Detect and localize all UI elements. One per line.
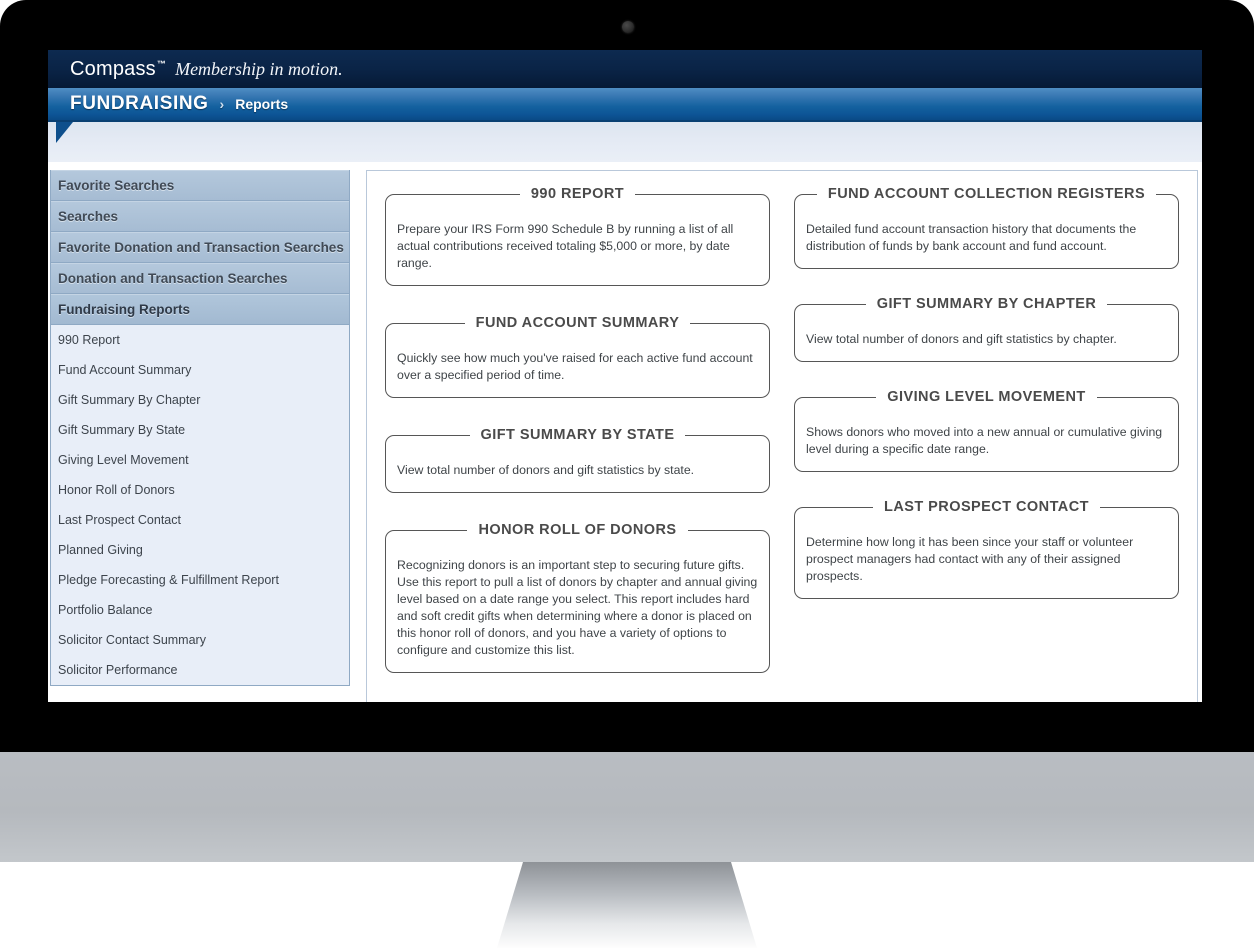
screen-viewport: Compass™ Membership in motion. FUNDRAISI… [48, 50, 1202, 702]
subnav-bar [48, 122, 1202, 162]
report-card-giving-level-movement[interactable]: GIVING LEVEL MOVEMENT Shows donors who m… [794, 388, 1179, 473]
report-column-left: 990 REPORT Prepare your IRS Form 990 Sch… [385, 185, 770, 701]
report-card-grid: 990 REPORT Prepare your IRS Form 990 Sch… [385, 185, 1179, 701]
brand-name-text: Compass [70, 57, 156, 80]
report-card-description: Determine how long it has been since you… [806, 535, 1134, 584]
report-card-honor-roll-of-donors[interactable]: HONOR ROLL OF DONORS Recognizing donors … [385, 521, 770, 674]
breadcrumb-section[interactable]: FUNDRAISING [70, 93, 209, 115]
sidebar-item-giving-level-movement[interactable]: Giving Level Movement [51, 445, 349, 475]
report-card-fund-account-summary[interactable]: FUND ACCOUNT SUMMARY Quickly see how muc… [385, 314, 770, 399]
reports-panel: 990 REPORT Prepare your IRS Form 990 Sch… [366, 170, 1198, 702]
report-card-last-prospect-contact[interactable]: LAST PROSPECT CONTACT Determine how long… [794, 498, 1179, 600]
monitor-stand-leg [497, 862, 757, 948]
monitor-stand [0, 862, 1254, 948]
active-section-pointer-icon [56, 122, 90, 143]
sidebar-item-990-report[interactable]: 990 Report [51, 325, 349, 355]
sidebar-group-fundraising-reports[interactable]: Fundraising Reports [51, 294, 349, 325]
chevron-right-icon: › [219, 96, 225, 112]
app-logo: Compass™ [70, 58, 166, 81]
report-card-title: LAST PROSPECT CONTACT [884, 499, 1089, 516]
brand-bar: Compass™ Membership in motion. [48, 50, 1202, 88]
report-card-title: GIFT SUMMARY BY STATE [480, 427, 675, 444]
report-card-gift-summary-by-chapter[interactable]: GIFT SUMMARY BY CHAPTER View total numbe… [794, 295, 1179, 363]
report-card-description: Prepare your IRS Form 990 Schedule B by … [397, 222, 734, 271]
report-card-description: View total number of donors and gift sta… [806, 332, 1117, 347]
report-card-description: Recognizing donors is an important step … [397, 558, 758, 658]
report-card-990-report[interactable]: 990 REPORT Prepare your IRS Form 990 Sch… [385, 185, 770, 287]
sidebar-item-honor-roll-of-donors[interactable]: Honor Roll of Donors [51, 475, 349, 505]
sidebar-group-donation-transaction-searches[interactable]: Donation and Transaction Searches [51, 263, 349, 294]
sidebar-item-gift-summary-by-chapter[interactable]: Gift Summary By Chapter [51, 385, 349, 415]
report-card-gift-summary-by-state[interactable]: GIFT SUMMARY BY STATE View total number … [385, 426, 770, 494]
sidebar-item-solicitor-contact-summary[interactable]: Solicitor Contact Summary [51, 625, 349, 655]
report-card-title: FUND ACCOUNT COLLECTION REGISTERS [827, 186, 1146, 202]
sidebar-group-searches[interactable]: Searches [51, 201, 349, 232]
report-card-description: Quickly see how much you've raised for e… [397, 351, 753, 383]
monitor-chin [0, 752, 1254, 862]
sidebar-item-solicitor-performance[interactable]: Solicitor Performance [51, 655, 349, 685]
report-card-fund-account-collection-registers[interactable]: FUND ACCOUNT COLLECTION REGISTERS Detail… [794, 185, 1179, 270]
report-column-right: FUND ACCOUNT COLLECTION REGISTERS Detail… [794, 185, 1179, 625]
report-card-description: Shows donors who moved into a new annual… [806, 425, 1163, 457]
sidebar-item-portfolio-balance[interactable]: Portfolio Balance [51, 595, 349, 625]
sidebar-item-pledge-forecasting-fulfillment-report[interactable]: Pledge Forecasting & Fulfillment Report [51, 565, 349, 595]
webcam-icon [622, 21, 634, 33]
sidebar-item-last-prospect-contact[interactable]: Last Prospect Contact [51, 505, 349, 535]
report-card-description: View total number of donors and gift sta… [397, 463, 695, 478]
report-card-title: FUND ACCOUNT SUMMARY [475, 315, 680, 332]
sidebar: Favorite Searches Searches Favorite Dona… [50, 170, 350, 686]
report-card-title: GIVING LEVEL MOVEMENT [887, 389, 1086, 406]
trademark-symbol: ™ [156, 58, 167, 69]
sidebar-item-fund-account-summary[interactable]: Fund Account Summary [51, 355, 349, 385]
sidebar-group-favorite-searches[interactable]: Favorite Searches [51, 170, 349, 201]
breadcrumb-page[interactable]: Reports [235, 96, 288, 112]
report-card-description: Detailed fund account transaction histor… [806, 222, 1137, 254]
app-body: Favorite Searches Searches Favorite Dona… [48, 162, 1202, 702]
sidebar-group-favorite-donation-transaction-searches[interactable]: Favorite Donation and Transaction Search… [51, 232, 349, 263]
sidebar-item-gift-summary-by-state[interactable]: Gift Summary By State [51, 415, 349, 445]
report-card-title: HONOR ROLL OF DONORS [478, 522, 677, 539]
sidebar-item-planned-giving[interactable]: Planned Giving [51, 535, 349, 565]
monitor-frame: Compass™ Membership in motion. FUNDRAISI… [0, 0, 1254, 752]
brand-tagline: Membership in motion. [175, 58, 343, 79]
report-card-title: GIFT SUMMARY BY CHAPTER [876, 296, 1097, 313]
breadcrumb-bar: FUNDRAISING › Reports [48, 88, 1202, 122]
report-card-title: 990 REPORT [530, 186, 625, 202]
